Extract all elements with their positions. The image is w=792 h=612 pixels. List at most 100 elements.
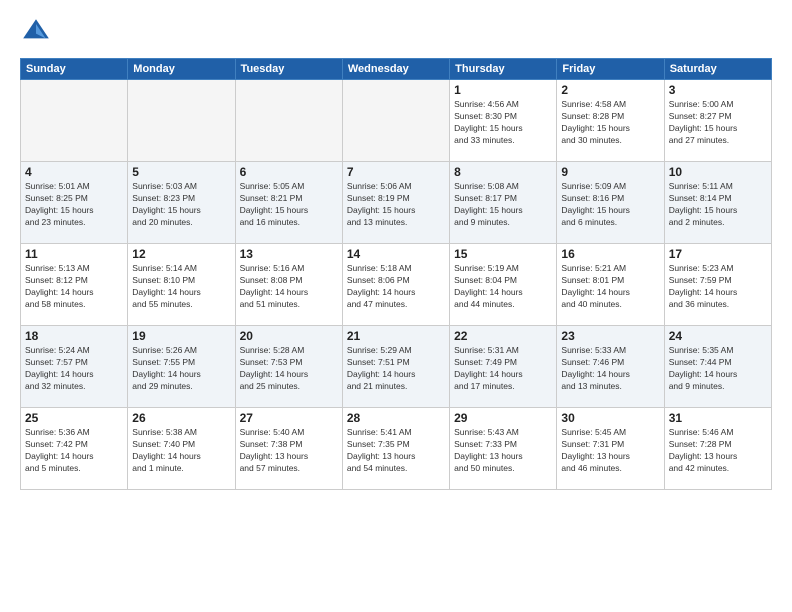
- calendar-cell: [235, 80, 342, 162]
- day-info: Sunrise: 5:06 AM Sunset: 8:19 PM Dayligh…: [347, 181, 445, 229]
- day-info: Sunrise: 5:21 AM Sunset: 8:01 PM Dayligh…: [561, 263, 659, 311]
- day-number: 29: [454, 411, 552, 425]
- calendar-cell: 2 Sunrise: 4:58 AM Sunset: 8:28 PM Daylig…: [557, 80, 664, 162]
- calendar-cell: 5 Sunrise: 5:03 AM Sunset: 8:23 PM Daylig…: [128, 162, 235, 244]
- calendar-cell: 28 Sunrise: 5:41 AM Sunset: 7:35 PM Dayli…: [342, 408, 449, 490]
- day-number: 2: [561, 83, 659, 97]
- day-info: Sunrise: 5:28 AM Sunset: 7:53 PM Dayligh…: [240, 345, 338, 393]
- calendar-cell: 4 Sunrise: 5:01 AM Sunset: 8:25 PM Daylig…: [21, 162, 128, 244]
- calendar-cell: 12 Sunrise: 5:14 AM Sunset: 8:10 PM Dayli…: [128, 244, 235, 326]
- day-number: 31: [669, 411, 767, 425]
- calendar-cell: 29Sunrise: 5:43 AM Sunset: 7:33 PM Dayli…: [450, 408, 557, 490]
- calendar-cell: 11 Sunrise: 5:13 AM Sunset: 8:12 PM Dayli…: [21, 244, 128, 326]
- calendar-cell: 10 Sunrise: 5:11 AM Sunset: 8:14 PM Dayli…: [664, 162, 771, 244]
- logo-icon: [20, 16, 52, 48]
- day-info: Sunrise: 5:33 AM Sunset: 7:46 PM Dayligh…: [561, 345, 659, 393]
- weekday-header-thursday: Thursday: [450, 59, 557, 80]
- week-row-4: 18 Sunrise: 5:24 AM Sunset: 7:57 PM Dayli…: [21, 326, 772, 408]
- calendar-cell: 22 Sunrise: 5:31 AM Sunset: 7:49 PM Dayli…: [450, 326, 557, 408]
- calendar-cell: 13Sunrise: 5:16 AM Sunset: 8:08 PM Dayli…: [235, 244, 342, 326]
- calendar-cell: 27Sunrise: 5:40 AM Sunset: 7:38 PM Dayli…: [235, 408, 342, 490]
- day-info: Sunrise: 5:31 AM Sunset: 7:49 PM Dayligh…: [454, 345, 552, 393]
- day-number: 26: [132, 411, 230, 425]
- day-number: 17: [669, 247, 767, 261]
- weekday-header-friday: Friday: [557, 59, 664, 80]
- week-row-3: 11 Sunrise: 5:13 AM Sunset: 8:12 PM Dayli…: [21, 244, 772, 326]
- calendar-cell: 16 Sunrise: 5:21 AM Sunset: 8:01 PM Dayli…: [557, 244, 664, 326]
- day-number: 27: [240, 411, 338, 425]
- day-number: 6: [240, 165, 338, 179]
- weekday-header-tuesday: Tuesday: [235, 59, 342, 80]
- day-info: Sunrise: 5:01 AM Sunset: 8:25 PM Dayligh…: [25, 181, 123, 229]
- calendar-cell: 7 Sunrise: 5:06 AM Sunset: 8:19 PM Daylig…: [342, 162, 449, 244]
- day-number: 20: [240, 329, 338, 343]
- calendar-cell: 18 Sunrise: 5:24 AM Sunset: 7:57 PM Dayli…: [21, 326, 128, 408]
- weekday-header-wednesday: Wednesday: [342, 59, 449, 80]
- day-number: 7: [347, 165, 445, 179]
- logo: [20, 16, 56, 48]
- calendar-cell: 14 Sunrise: 5:18 AM Sunset: 8:06 PM Dayli…: [342, 244, 449, 326]
- calendar-cell: 31 Sunrise: 5:46 AM Sunset: 7:28 PM Dayli…: [664, 408, 771, 490]
- day-number: 12: [132, 247, 230, 261]
- day-info: Sunrise: 5:36 AM Sunset: 7:42 PM Dayligh…: [25, 427, 123, 475]
- day-info: Sunrise: 5:23 AM Sunset: 7:59 PM Dayligh…: [669, 263, 767, 311]
- calendar-cell: [21, 80, 128, 162]
- header: [20, 16, 772, 48]
- day-number: 18: [25, 329, 123, 343]
- day-number: 25: [25, 411, 123, 425]
- day-info: Sunrise: 5:35 AM Sunset: 7:44 PM Dayligh…: [669, 345, 767, 393]
- calendar-cell: 19Sunrise: 5:26 AM Sunset: 7:55 PM Dayli…: [128, 326, 235, 408]
- calendar-cell: 9 Sunrise: 5:09 AM Sunset: 8:16 PM Daylig…: [557, 162, 664, 244]
- calendar-cell: 6 Sunrise: 5:05 AM Sunset: 8:21 PM Daylig…: [235, 162, 342, 244]
- day-number: 8: [454, 165, 552, 179]
- calendar-cell: 15 Sunrise: 5:19 AM Sunset: 8:04 PM Dayli…: [450, 244, 557, 326]
- day-info: Sunrise: 5:03 AM Sunset: 8:23 PM Dayligh…: [132, 181, 230, 229]
- day-info: Sunrise: 4:58 AM Sunset: 8:28 PM Dayligh…: [561, 99, 659, 147]
- day-number: 10: [669, 165, 767, 179]
- day-info: Sunrise: 5:24 AM Sunset: 7:57 PM Dayligh…: [25, 345, 123, 393]
- calendar-cell: [128, 80, 235, 162]
- day-info: Sunrise: 4:56 AM Sunset: 8:30 PM Dayligh…: [454, 99, 552, 147]
- day-info: Sunrise: 5:38 AM Sunset: 7:40 PM Dayligh…: [132, 427, 230, 475]
- day-number: 15: [454, 247, 552, 261]
- calendar-cell: 30Sunrise: 5:45 AM Sunset: 7:31 PM Dayli…: [557, 408, 664, 490]
- calendar-cell: 24Sunrise: 5:35 AM Sunset: 7:44 PM Dayli…: [664, 326, 771, 408]
- day-number: 23: [561, 329, 659, 343]
- day-info: Sunrise: 5:05 AM Sunset: 8:21 PM Dayligh…: [240, 181, 338, 229]
- weekday-header-sunday: Sunday: [21, 59, 128, 80]
- day-number: 30: [561, 411, 659, 425]
- day-info: Sunrise: 5:11 AM Sunset: 8:14 PM Dayligh…: [669, 181, 767, 229]
- day-info: Sunrise: 5:09 AM Sunset: 8:16 PM Dayligh…: [561, 181, 659, 229]
- page: SundayMondayTuesdayWednesdayThursdayFrid…: [0, 0, 792, 612]
- day-info: Sunrise: 5:13 AM Sunset: 8:12 PM Dayligh…: [25, 263, 123, 311]
- day-number: 5: [132, 165, 230, 179]
- day-info: Sunrise: 5:14 AM Sunset: 8:10 PM Dayligh…: [132, 263, 230, 311]
- day-info: Sunrise: 5:41 AM Sunset: 7:35 PM Dayligh…: [347, 427, 445, 475]
- day-number: 16: [561, 247, 659, 261]
- day-info: Sunrise: 5:00 AM Sunset: 8:27 PM Dayligh…: [669, 99, 767, 147]
- day-info: Sunrise: 5:29 AM Sunset: 7:51 PM Dayligh…: [347, 345, 445, 393]
- day-number: 4: [25, 165, 123, 179]
- calendar-cell: 8Sunrise: 5:08 AM Sunset: 8:17 PM Daylig…: [450, 162, 557, 244]
- day-info: Sunrise: 5:16 AM Sunset: 8:08 PM Dayligh…: [240, 263, 338, 311]
- calendar-cell: 1Sunrise: 4:56 AM Sunset: 8:30 PM Daylig…: [450, 80, 557, 162]
- day-number: 19: [132, 329, 230, 343]
- calendar-cell: 25 Sunrise: 5:36 AM Sunset: 7:42 PM Dayli…: [21, 408, 128, 490]
- day-info: Sunrise: 5:46 AM Sunset: 7:28 PM Dayligh…: [669, 427, 767, 475]
- day-number: 28: [347, 411, 445, 425]
- week-row-1: 1Sunrise: 4:56 AM Sunset: 8:30 PM Daylig…: [21, 80, 772, 162]
- day-info: Sunrise: 5:19 AM Sunset: 8:04 PM Dayligh…: [454, 263, 552, 311]
- day-number: 14: [347, 247, 445, 261]
- calendar-cell: 3 Sunrise: 5:00 AM Sunset: 8:27 PM Daylig…: [664, 80, 771, 162]
- calendar-cell: [342, 80, 449, 162]
- week-row-2: 4 Sunrise: 5:01 AM Sunset: 8:25 PM Daylig…: [21, 162, 772, 244]
- weekday-header-monday: Monday: [128, 59, 235, 80]
- calendar-cell: 20 Sunrise: 5:28 AM Sunset: 7:53 PM Dayli…: [235, 326, 342, 408]
- day-number: 11: [25, 247, 123, 261]
- day-number: 9: [561, 165, 659, 179]
- day-number: 3: [669, 83, 767, 97]
- week-row-5: 25 Sunrise: 5:36 AM Sunset: 7:42 PM Dayli…: [21, 408, 772, 490]
- day-info: Sunrise: 5:18 AM Sunset: 8:06 PM Dayligh…: [347, 263, 445, 311]
- day-number: 22: [454, 329, 552, 343]
- calendar-cell: 23 Sunrise: 5:33 AM Sunset: 7:46 PM Dayli…: [557, 326, 664, 408]
